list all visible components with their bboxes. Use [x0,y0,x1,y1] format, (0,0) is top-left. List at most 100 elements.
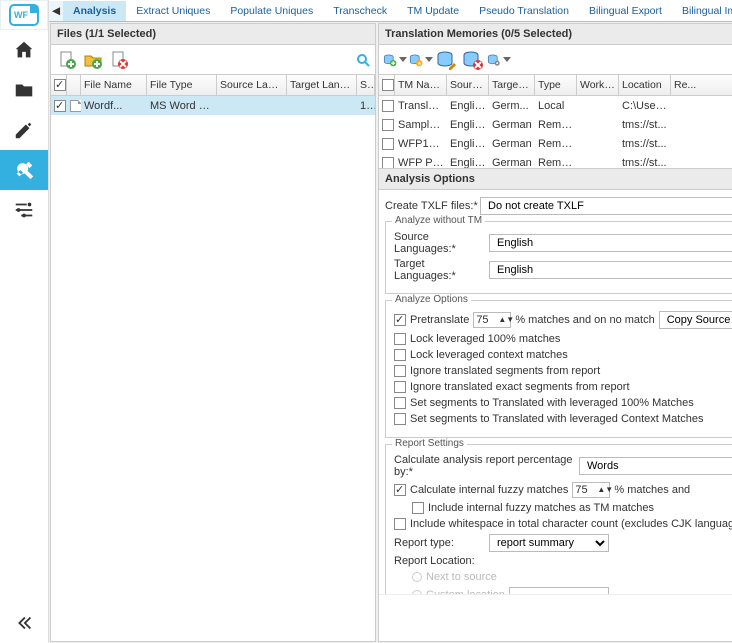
col-tm-type[interactable]: Type [535,75,577,95]
analysis-options-header: Analysis Options [379,168,732,190]
nav-settings[interactable] [0,190,48,230]
analyze-option-checkbox[interactable] [394,381,406,393]
report-location-label: Report Location: [394,555,489,567]
custom-location-label: Custom location [426,589,505,594]
tab-bilingual-export[interactable]: Bilingual Export [579,1,672,21]
tm-panel-title: Translation Memories (0/5 Selected) [379,24,732,45]
fuzzy-value[interactable]: 75▲▼ [572,482,610,498]
col-file-type[interactable]: File Type [147,75,217,95]
col-tm-workgroup[interactable]: Workg... [577,75,619,95]
analyze-option-checkbox[interactable] [394,349,406,361]
svg-text:★: ★ [417,61,422,67]
add-file-button[interactable] [55,48,79,72]
include-fuzzy-tm-label: Include internal fuzzy matches as TM mat… [428,502,654,514]
tm-edit-button[interactable] [435,48,459,72]
target-lang-label: Target Languages:* [394,258,489,282]
col-target-lang[interactable]: Target Langua... [287,75,357,95]
tm-select-all-checkbox[interactable] [382,79,394,91]
col-file-name[interactable]: File Name [81,75,147,95]
col-source-lang[interactable]: Source Langu... [217,75,287,95]
source-lang-label: Source Languages:* [394,231,489,255]
tab-transcheck[interactable]: Transcheck [323,1,397,21]
tm-add-local-button[interactable] [383,48,407,72]
analyze-without-tm-legend: Analyze without TM [392,215,485,226]
remove-file-button[interactable] [107,48,131,72]
nav-home[interactable] [0,30,48,70]
target-lang-select[interactable]: English [489,261,732,279]
tm-remove-button[interactable] [461,48,485,72]
files-select-all-checkbox[interactable] [54,79,66,91]
analyze-option-checkbox[interactable] [394,397,406,409]
files-panel-title: Files (1/1 Selected) [51,24,375,45]
file-row-checkbox[interactable] [54,100,66,112]
file-row[interactable]: Wordf... MS Word 200... 1... [51,96,375,115]
tab-analysis[interactable]: Analysis [63,1,126,21]
analyze-option-label: Ignore translated exact segments from re… [410,381,630,393]
tm-settings-button[interactable] [487,48,511,72]
tab-scroll-left[interactable]: ◀ [49,1,63,21]
tab-bilingual-import[interactable]: Bilingual Import [672,1,732,21]
col-size[interactable]: Size [357,75,375,95]
tab-pseudo-translation[interactable]: Pseudo Translation [469,1,579,21]
nav-tools[interactable] [0,150,48,190]
tm-table-header: TM Name Sourc... Target ... Type Workg..… [379,75,732,96]
next-to-source-radio [412,572,422,582]
pretranslate-label: Pretranslate [410,314,469,326]
include-fuzzy-tm-checkbox[interactable] [412,502,424,514]
analyze-option-checkbox[interactable] [394,365,406,377]
create-txlf-select[interactable]: Do not create TXLF [480,197,732,215]
nav-edit[interactable] [0,110,48,150]
analyze-option-checkbox[interactable] [394,413,406,425]
next-to-source-label: Next to source [426,571,497,583]
col-tm-location[interactable]: Location [619,75,671,95]
nav-collapse[interactable] [0,603,48,643]
pretranslate-action-select[interactable]: Copy Source (clears ex [659,311,732,329]
analyze-options-legend: Analyze Options [392,294,471,305]
custom-location-input[interactable] [509,587,609,594]
tm-row[interactable]: WFP Pro...EnglishGermanRemotetms://st... [379,153,732,168]
svg-text:WF: WF [14,10,28,20]
tm-row-checkbox[interactable] [382,119,394,131]
files-search-icon[interactable] [355,52,371,68]
create-txlf-label: Create TXLF files:* [385,200,480,212]
calc-percentage-label: Calculate analysis report percentage by:… [394,454,579,478]
tm-row[interactable]: Sample_...EnglishGermanRemotetms://st... [379,115,732,134]
whitespace-checkbox[interactable] [394,518,406,530]
files-table-header: File Name File Type Source Langu... Targ… [51,75,375,96]
col-tm-target[interactable]: Target ... [489,75,535,95]
analyze-option-label: Lock leveraged 100% matches [410,333,560,345]
tm-row-checkbox[interactable] [382,157,394,168]
analyze-option-label: Set segments to Translated with leverage… [410,397,694,409]
whitespace-label: Include whitespace in total character co… [410,518,732,530]
pretranslate-value[interactable]: 75▲▼ [473,312,511,328]
pretranslate-checkbox[interactable] [394,314,406,326]
tab-populate-uniques[interactable]: Populate Uniques [220,1,323,21]
tm-row-checkbox[interactable] [382,138,394,150]
analyze-option-checkbox[interactable] [394,333,406,345]
col-tm-name[interactable]: TM Name [395,75,447,95]
tm-row[interactable]: WFP14_...EnglishGermanRemotetms://st... [379,134,732,153]
analyze-option-label: Lock leveraged context matches [410,349,568,361]
tab-extract-uniques[interactable]: Extract Uniques [126,1,220,21]
ribbon-tabs: ◀ Analysis Extract Uniques Populate Uniq… [49,0,732,22]
calc-percentage-select[interactable]: Words [579,457,732,475]
tm-create-button[interactable]: ★ [409,48,433,72]
report-type-label: Report type: [394,537,489,549]
document-icon [70,100,81,112]
nav-folder[interactable] [0,70,48,110]
fuzzy-checkbox[interactable] [394,484,406,496]
analyze-option-label: Ignore translated segments from report [410,365,600,377]
add-folder-button[interactable] [81,48,105,72]
fuzzy-label: Calculate internal fuzzy matches [410,484,568,496]
app-logo: WF [0,0,48,30]
tm-row-checkbox[interactable] [382,100,394,112]
tm-row[interactable]: Translati...Englis...Germ...LocalC:\User… [379,96,732,115]
tab-tm-update[interactable]: TM Update [397,1,469,21]
col-tm-source[interactable]: Sourc... [447,75,489,95]
col-tm-re[interactable]: Re... [671,75,732,95]
analyze-option-label: Set segments to Translated with leverage… [410,413,704,425]
report-type-select[interactable]: report summary [489,534,609,552]
report-settings-legend: Report Settings [392,438,467,449]
source-lang-select[interactable]: English [489,234,732,252]
custom-location-radio [412,590,422,594]
